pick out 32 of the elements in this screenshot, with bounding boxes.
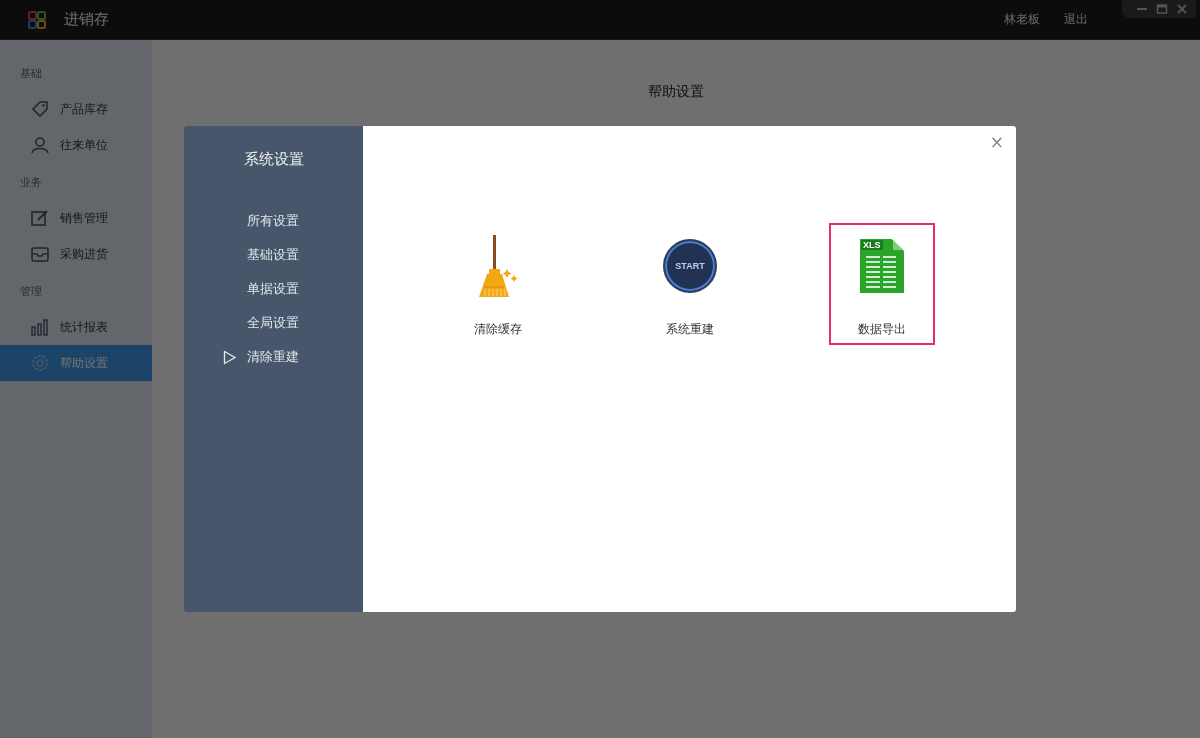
settings-icon xyxy=(30,353,50,373)
maximize-icon[interactable] xyxy=(1156,3,1168,15)
settings-menu-item[interactable]: 基础设置 xyxy=(222,245,299,265)
settings-menu-item[interactable]: 清除重建 xyxy=(222,347,299,367)
sidebar-item[interactable]: 帮助设置 xyxy=(0,345,152,381)
close-button[interactable]: × xyxy=(985,130,1008,154)
broom-icon xyxy=(477,235,519,297)
sidebar-item[interactable]: 销售管理 xyxy=(0,200,152,236)
tag-icon xyxy=(30,99,50,119)
settings-menu-item[interactable]: 单据设置 xyxy=(222,279,299,299)
start-circle-icon: START xyxy=(663,239,717,293)
sidebar-item[interactable]: 统计报表 xyxy=(0,309,152,345)
user-icon xyxy=(30,135,50,155)
settings-menu-item[interactable]: 所有设置 xyxy=(222,211,299,231)
user-name-link[interactable]: 林老板 xyxy=(1004,11,1040,28)
logout-link[interactable]: 退出 xyxy=(1064,11,1088,28)
action-tile[interactable]: START 系统重建 xyxy=(637,223,743,345)
inbox-icon xyxy=(30,244,50,264)
close-icon[interactable] xyxy=(1176,3,1188,15)
page-title: 帮助设置 xyxy=(648,83,704,101)
sidebar-item[interactable]: 产品库存 xyxy=(0,91,152,127)
action-tile[interactable]: 清除缓存 xyxy=(445,223,551,345)
dialog-title: 系统设置 xyxy=(243,150,304,169)
action-tile[interactable]: XLS 数据导出 xyxy=(829,223,935,345)
edit-icon xyxy=(30,208,50,228)
bar-chart-icon xyxy=(30,317,50,337)
sidebar-item[interactable]: 往来单位 xyxy=(0,127,152,163)
settings-menu-item[interactable]: 全局设置 xyxy=(222,313,299,333)
app-title: 进销存 xyxy=(64,10,109,29)
spreadsheet-file-icon: XLS xyxy=(860,239,904,293)
app-logo-icon xyxy=(28,10,46,29)
sidebar-item[interactable]: 采购进货 xyxy=(0,236,152,272)
